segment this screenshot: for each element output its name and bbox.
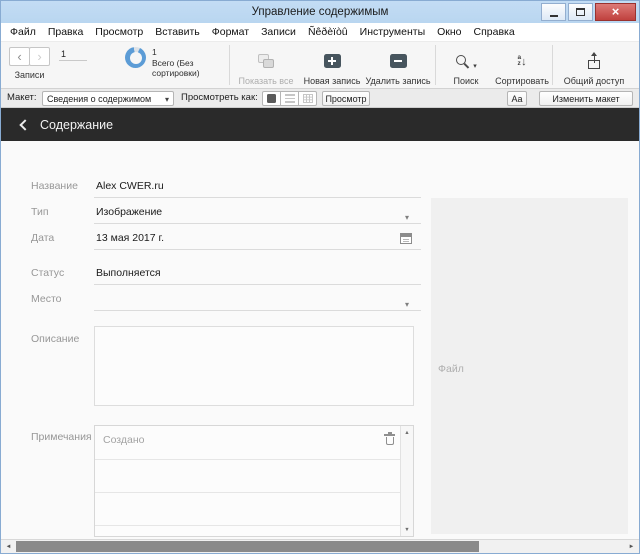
content-header-title: Содержание: [40, 117, 114, 132]
delete-record-button[interactable]: Удалить запись: [363, 46, 433, 86]
new-record-icon: [323, 54, 341, 68]
menu-edit[interactable]: Правка: [42, 26, 89, 38]
content-header: Содержание: [1, 108, 639, 141]
found-set-pie-icon[interactable]: [125, 47, 146, 68]
field-underline: [94, 223, 421, 224]
table-view-icon: [302, 94, 313, 103]
menu-scripts[interactable]: Ñêðèïòû: [302, 26, 354, 38]
view-mode-segmented-control: [262, 91, 317, 106]
list-view-icon: [284, 94, 295, 103]
field-label-status: Статус: [31, 267, 65, 279]
field-label-place: Место: [31, 293, 62, 305]
field-underline: [94, 197, 421, 198]
file-container-field[interactable]: Файл: [431, 198, 628, 534]
view-form-button[interactable]: [262, 91, 281, 106]
records-label: Записи: [14, 70, 45, 80]
field-value-type[interactable]: Изображение: [96, 206, 162, 218]
back-chevron-icon[interactable]: [19, 118, 31, 131]
formatting-bar-button[interactable]: Aa: [507, 91, 527, 106]
scroll-down-icon[interactable]: [401, 523, 413, 536]
previous-record-button[interactable]: [9, 47, 30, 66]
show-all-button[interactable]: Показать все: [233, 46, 299, 86]
horizontal-scrollbar[interactable]: [1, 539, 639, 553]
field-underline: [94, 284, 421, 285]
minimize-button[interactable]: [541, 3, 566, 21]
window-controls: [539, 3, 636, 21]
edit-layout-button[interactable]: Изменить макет: [539, 91, 633, 106]
chevron-down-icon: [165, 94, 169, 104]
scroll-right-icon[interactable]: [624, 540, 639, 553]
portal-row-divider: [95, 492, 401, 493]
layout-label: Макет:: [7, 92, 37, 103]
new-record-button[interactable]: Новая запись: [301, 46, 363, 86]
status-toolbar: Записи 1 1 Всего (Без сортировки) Показа…: [1, 41, 639, 89]
toolbar-divider: [435, 45, 436, 85]
field-label-notes: Примечания: [31, 431, 92, 443]
current-record-input[interactable]: 1: [59, 48, 87, 61]
share-icon: [587, 52, 602, 69]
menu-tools[interactable]: Инструменты: [354, 26, 431, 38]
sort-button[interactable]: Сортировать: [493, 46, 551, 86]
sort-icon: [517, 53, 526, 69]
minimize-icon: [549, 15, 558, 17]
field-label-date: Дата: [31, 232, 55, 244]
toolbar-divider: [229, 45, 230, 85]
toolbar-divider: [552, 45, 553, 85]
layout-selector-dropdown[interactable]: Сведения о содержимом: [42, 91, 174, 106]
total-count: 1: [152, 47, 157, 57]
portal-scrollbar[interactable]: [400, 426, 413, 536]
menu-help[interactable]: Справка: [468, 26, 521, 38]
calendar-icon[interactable]: [400, 233, 412, 244]
trash-icon[interactable]: [384, 432, 395, 445]
field-value-status[interactable]: Выполняется: [96, 267, 161, 279]
field-underline: [94, 310, 421, 311]
form-view-icon: [267, 94, 276, 103]
app-window: Управление содержимым Файл Правка Просмо…: [0, 0, 640, 554]
delete-record-icon: [389, 54, 407, 68]
total-count-label: Всего (Без сортировки): [152, 57, 200, 79]
view-as-label: Просмотреть как:: [181, 92, 258, 103]
view-table-button[interactable]: [298, 91, 317, 106]
chevron-down-icon: [473, 55, 477, 73]
menu-view[interactable]: Просмотр: [89, 26, 149, 38]
close-icon: [612, 3, 620, 21]
search-icon: [455, 54, 470, 69]
notes-portal[interactable]: Создано: [94, 425, 414, 537]
field-label-name: Название: [31, 180, 78, 192]
menu-window[interactable]: Окно: [431, 26, 467, 38]
menu-format[interactable]: Формат: [206, 26, 255, 38]
preview-button[interactable]: Просмотр: [322, 91, 370, 106]
field-value-date[interactable]: 13 мая 2017 г.: [96, 232, 164, 244]
layout-selector-value: Сведения о содержимом: [47, 93, 152, 104]
title-bar[interactable]: Управление содержимым: [1, 1, 639, 23]
scroll-left-icon[interactable]: [1, 540, 16, 553]
field-label-type: Тип: [31, 206, 49, 218]
description-textarea[interactable]: [94, 326, 414, 406]
portal-row-value[interactable]: Создано: [103, 434, 145, 446]
scroll-up-icon[interactable]: [401, 426, 413, 439]
menu-bar: Файл Правка Просмотр Вставить Формат Зап…: [1, 23, 639, 41]
share-button[interactable]: Общий доступ: [557, 46, 631, 86]
menu-file[interactable]: Файл: [4, 26, 42, 38]
menu-insert[interactable]: Вставить: [149, 26, 206, 38]
close-button[interactable]: [595, 3, 636, 21]
found-count-summary: 1 Всего (Без сортировки): [152, 47, 222, 79]
record-form: Название Alex CWER.ru Тип Изображение Да…: [1, 141, 639, 539]
portal-row-divider: [95, 459, 401, 460]
field-underline: [94, 249, 421, 250]
next-record-button[interactable]: [29, 47, 50, 66]
field-value-name[interactable]: Alex CWER.ru: [96, 180, 164, 192]
view-list-button[interactable]: [280, 91, 299, 106]
window-title: Управление содержимым: [251, 6, 389, 18]
find-button[interactable]: Поиск: [439, 46, 493, 86]
scrollbar-thumb[interactable]: [16, 541, 479, 552]
maximize-button[interactable]: [568, 3, 593, 21]
show-all-icon: [257, 53, 275, 69]
layout-bar: Макет: Сведения о содержимом Просмотреть…: [1, 89, 639, 108]
portal-row-divider: [95, 525, 401, 526]
maximize-icon: [576, 8, 585, 16]
field-label-description: Описание: [31, 333, 80, 345]
file-container-label: Файл: [438, 363, 464, 375]
menu-records[interactable]: Записи: [255, 26, 302, 38]
